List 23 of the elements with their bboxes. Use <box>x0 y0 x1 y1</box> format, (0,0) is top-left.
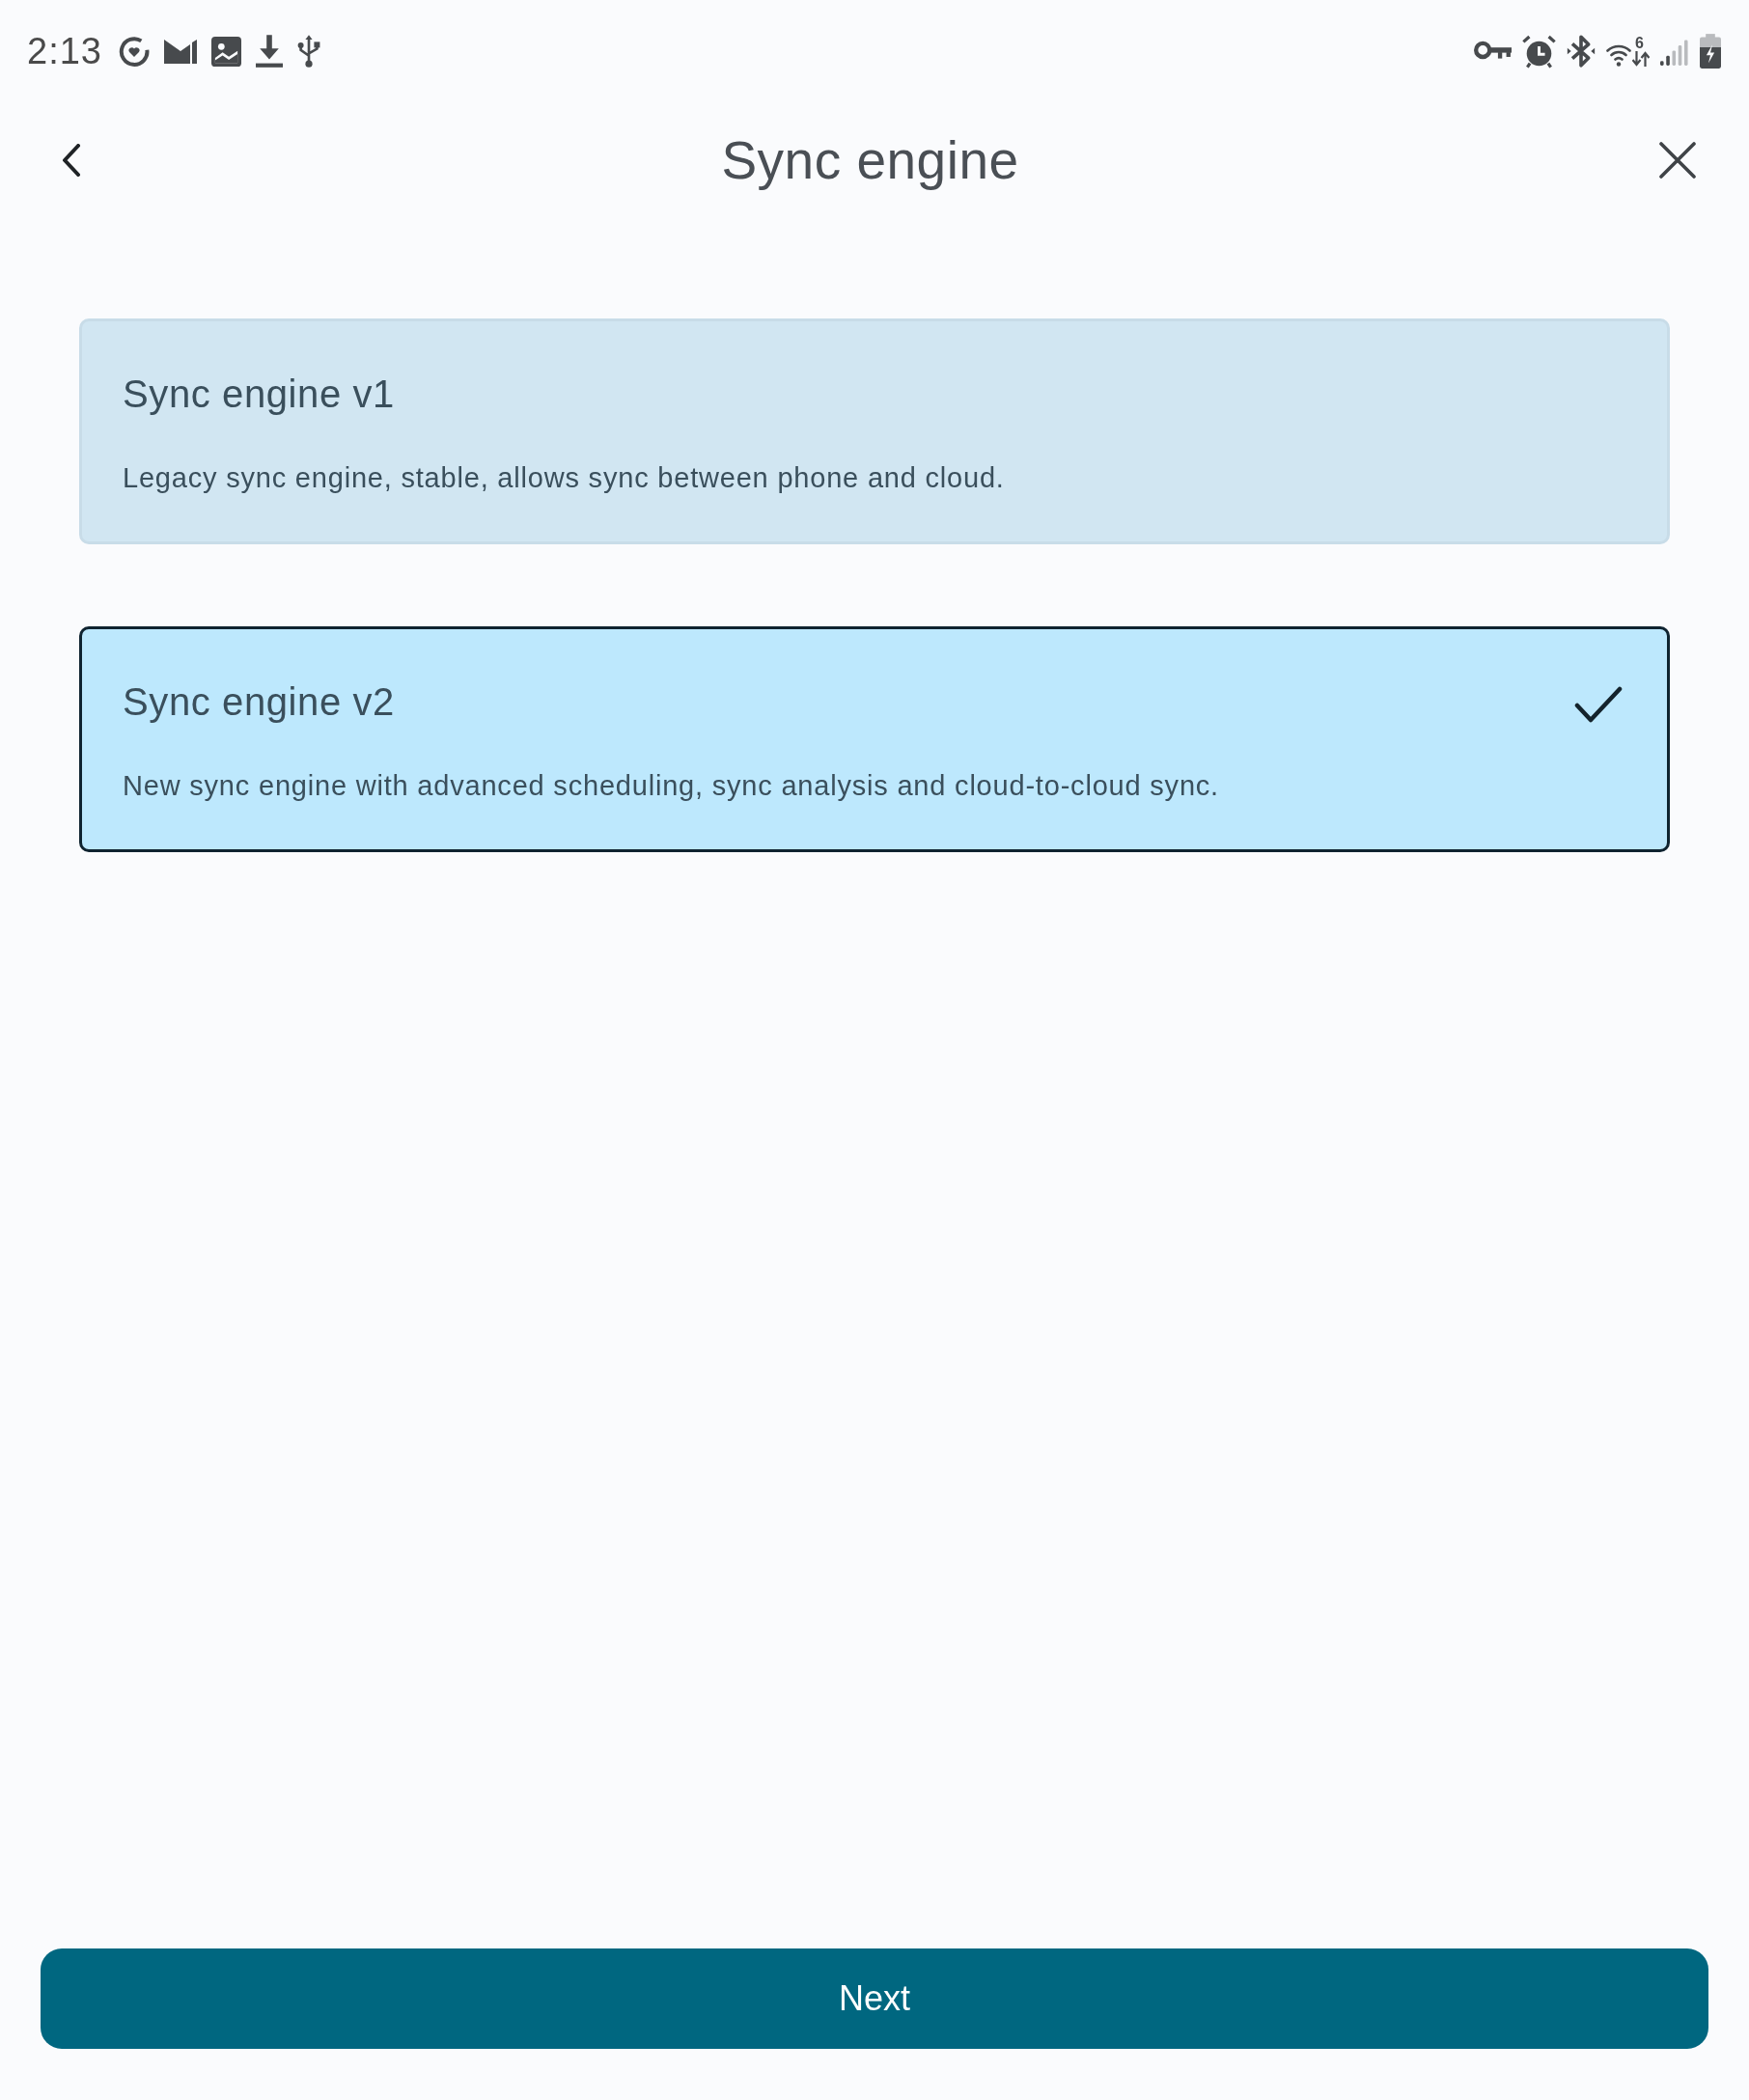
download-icon <box>255 35 283 68</box>
heart-ring-icon <box>118 36 150 67</box>
option-title: Sync engine v2 <box>123 679 396 725</box>
mail-icon <box>163 39 197 64</box>
option-card[interactable]: Sync engine v2 New sync engine with advanced scheduling, sync analysis and cloud-to-cloud sync. <box>79 626 1670 852</box>
wifi-standard-label: 6 <box>1635 36 1644 51</box>
key-icon <box>1474 41 1512 62</box>
usb-icon <box>296 35 320 68</box>
close-icon[interactable] <box>1659 142 1696 179</box>
data-transfer-icon <box>1632 51 1650 67</box>
status-time: 2:13 <box>27 29 102 73</box>
check-icon <box>1574 685 1623 724</box>
option-description: New sync engine with advanced scheduling, sync analysis and cloud-to-cloud sync. <box>123 769 1219 803</box>
alarm-clock-icon <box>1522 34 1556 69</box>
battery-charging-icon <box>1700 34 1721 69</box>
next-button[interactable]: Next <box>41 1948 1708 2049</box>
bluetooth-icon <box>1567 34 1596 69</box>
option-title: Sync engine v1 <box>123 372 396 417</box>
page-title: Sync engine <box>721 128 1019 192</box>
option-description: Legacy sync engine, stable, allows sync between phone and cloud. <box>123 461 1005 495</box>
image-icon <box>210 36 241 67</box>
option-card[interactable]: Sync engine v1 Legacy sync engine, stable, allows sync between phone and cloud. <box>79 318 1670 544</box>
back-icon[interactable] <box>62 144 81 177</box>
